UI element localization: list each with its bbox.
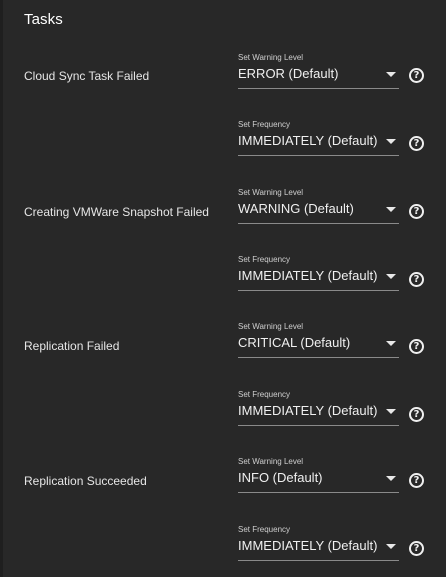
select-underline — [238, 560, 399, 561]
frequency-select-vmware-snapshot[interactable]: Set Frequency IMMEDIATELY (Default) — [238, 255, 399, 293]
frequency-select-replication-failed[interactable]: Set Frequency IMMEDIATELY (Default) — [238, 390, 399, 428]
task-label-creating-vmware-snapshot-failed: Creating VMWare Snapshot Failed — [24, 205, 209, 219]
arrow-drop-down-icon[interactable] — [386, 544, 396, 549]
warning-level-label: Set Warning Level — [238, 457, 304, 466]
warning-level-select-replication-succeeded[interactable]: Set Warning Level INFO (Default) — [238, 457, 399, 495]
help-circle-icon[interactable]: ? — [409, 339, 424, 354]
frequency-label: Set Frequency — [238, 525, 291, 534]
frequency-select-cloud-sync[interactable]: Set Frequency IMMEDIATELY (Default) — [238, 120, 399, 158]
task-label-replication-succeeded: Replication Succeeded — [24, 474, 147, 488]
select-underline — [238, 223, 399, 224]
warning-level-label: Set Warning Level — [238, 188, 304, 197]
help-circle-icon[interactable]: ? — [409, 407, 424, 422]
arrow-drop-down-icon[interactable] — [386, 341, 396, 346]
help-circle-icon[interactable]: ? — [409, 272, 424, 287]
help-circle-icon[interactable]: ? — [409, 541, 424, 556]
frequency-label: Set Frequency — [238, 255, 291, 264]
frequency-value: IMMEDIATELY (Default) — [238, 403, 378, 418]
task-label-cloud-sync-task-failed: Cloud Sync Task Failed — [24, 69, 150, 83]
frequency-value: IMMEDIATELY (Default) — [238, 538, 378, 553]
select-underline — [238, 492, 399, 493]
warning-level-label: Set Warning Level — [238, 322, 304, 331]
select-underline — [238, 155, 399, 156]
arrow-drop-down-icon[interactable] — [386, 274, 396, 279]
frequency-value: IMMEDIATELY (Default) — [238, 133, 378, 148]
warning-level-value: ERROR (Default) — [238, 66, 339, 81]
help-circle-icon[interactable]: ? — [409, 473, 424, 488]
arrow-drop-down-icon[interactable] — [386, 476, 396, 481]
warning-level-label: Set Warning Level — [238, 53, 304, 62]
frequency-label: Set Frequency — [238, 120, 291, 129]
arrow-drop-down-icon[interactable] — [386, 409, 396, 414]
help-circle-icon[interactable]: ? — [409, 204, 424, 219]
task-label-replication-failed: Replication Failed — [24, 339, 120, 353]
select-underline — [238, 357, 399, 358]
arrow-drop-down-icon[interactable] — [386, 72, 396, 77]
arrow-drop-down-icon[interactable] — [386, 207, 396, 212]
warning-level-select-vmware-snapshot[interactable]: Set Warning Level WARNING (Default) — [238, 188, 399, 226]
tasks-alert-settings-panel: Tasks Cloud Sync Task Failed Set Warning… — [0, 0, 446, 577]
arrow-drop-down-icon[interactable] — [386, 139, 396, 144]
frequency-value: IMMEDIATELY (Default) — [238, 268, 378, 283]
frequency-select-replication-succeeded[interactable]: Set Frequency IMMEDIATELY (Default) — [238, 525, 399, 563]
section-title: Tasks — [24, 11, 63, 28]
help-circle-icon[interactable]: ? — [409, 68, 424, 83]
select-underline — [238, 88, 399, 89]
warning-level-select-cloud-sync[interactable]: Set Warning Level ERROR (Default) — [238, 53, 399, 91]
warning-level-value: CRITICAL (Default) — [238, 335, 351, 350]
warning-level-value: INFO (Default) — [238, 470, 323, 485]
frequency-label: Set Frequency — [238, 390, 291, 399]
select-underline — [238, 290, 399, 291]
panel-divider — [0, 0, 3, 577]
warning-level-select-replication-failed[interactable]: Set Warning Level CRITICAL (Default) — [238, 322, 399, 360]
help-circle-icon[interactable]: ? — [409, 136, 424, 151]
select-underline — [238, 425, 399, 426]
warning-level-value: WARNING (Default) — [238, 201, 354, 216]
